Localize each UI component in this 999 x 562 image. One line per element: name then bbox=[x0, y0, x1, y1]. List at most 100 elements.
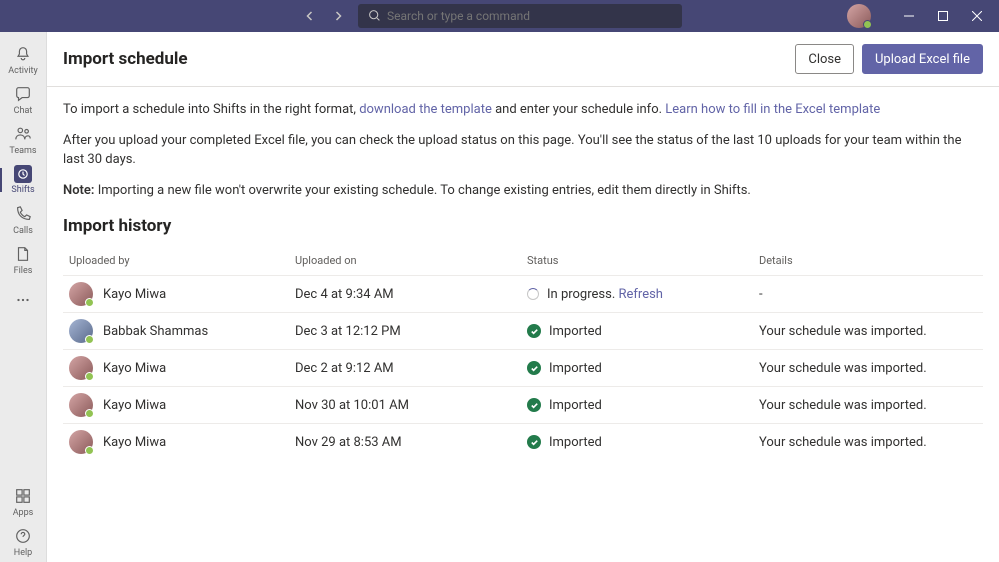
window-minimize-button[interactable] bbox=[895, 2, 923, 30]
maximize-icon bbox=[938, 11, 948, 21]
chat-icon bbox=[13, 84, 33, 104]
table-row: Babbak Shammas Dec 3 at 12:12 PM Imported Y… bbox=[63, 312, 983, 349]
uploaded-by-name: Babbak Shammas bbox=[103, 324, 208, 339]
details-text: Your schedule was imported. bbox=[759, 398, 983, 413]
table-row: Kayo Miwa Dec 2 at 9:12 AM Imported Your sc… bbox=[63, 349, 983, 386]
sidebar-item-activity[interactable]: Activity bbox=[0, 40, 47, 80]
sidebar-label: Help bbox=[14, 548, 32, 558]
sidebar-item-files[interactable]: Files bbox=[0, 240, 47, 280]
chevron-right-icon bbox=[332, 10, 344, 22]
app-sidebar: Activity Chat Teams Shifts Calls Files A bbox=[0, 32, 47, 562]
sidebar-item-apps[interactable]: Apps bbox=[0, 482, 47, 522]
avatar bbox=[69, 356, 93, 380]
import-history-table: Uploaded by Uploaded on Status Details K… bbox=[63, 246, 983, 460]
phone-icon bbox=[13, 204, 33, 224]
presence-available-icon bbox=[863, 20, 872, 29]
refresh-link[interactable]: Refresh bbox=[618, 287, 662, 302]
sidebar-label: Apps bbox=[13, 508, 34, 518]
table-row: Kayo Miwa Dec 4 at 9:34 AM In progress. Re… bbox=[63, 275, 983, 312]
bell-icon bbox=[13, 44, 33, 64]
sidebar-item-help[interactable]: Help bbox=[0, 522, 47, 562]
page-title: Import schedule bbox=[63, 49, 188, 69]
presence-available-icon bbox=[85, 298, 94, 307]
avatar bbox=[69, 430, 93, 454]
window-maximize-button[interactable] bbox=[929, 2, 957, 30]
help-icon bbox=[13, 526, 33, 546]
check-circle-icon bbox=[527, 324, 541, 338]
sidebar-label: Teams bbox=[9, 146, 36, 156]
spinner-icon bbox=[527, 288, 539, 300]
sidebar-item-shifts[interactable]: Shifts bbox=[0, 160, 47, 200]
search-icon bbox=[368, 7, 381, 26]
sidebar-label: Chat bbox=[14, 106, 33, 116]
sidebar-item-chat[interactable]: Chat bbox=[0, 80, 47, 120]
sidebar-label: Files bbox=[14, 266, 33, 276]
window-close-button[interactable] bbox=[963, 2, 991, 30]
sidebar-label: Activity bbox=[8, 66, 37, 76]
check-circle-icon bbox=[527, 361, 541, 375]
learn-how-link[interactable]: Learn how to fill in the Excel template bbox=[665, 102, 880, 117]
check-circle-icon bbox=[527, 398, 541, 412]
uploaded-on-time: Nov 30 at 10:01 AM bbox=[295, 398, 527, 413]
upload-excel-button[interactable]: Upload Excel file bbox=[862, 44, 983, 74]
close-icon bbox=[972, 11, 982, 21]
sidebar-label: Shifts bbox=[11, 185, 34, 195]
uploaded-on-time: Dec 2 at 9:12 AM bbox=[295, 361, 527, 376]
file-icon bbox=[13, 244, 33, 264]
table-row: Kayo Miwa Nov 29 at 8:53 AM Imported Your s… bbox=[63, 423, 983, 460]
details-text: - bbox=[759, 287, 983, 302]
table-header-row: Uploaded by Uploaded on Status Details bbox=[63, 246, 983, 275]
main-content: Import schedule Close Upload Excel file … bbox=[47, 32, 999, 562]
col-header-uploaded-on: Uploaded on bbox=[295, 254, 527, 267]
status-text: Imported bbox=[549, 398, 602, 413]
presence-available-icon bbox=[85, 446, 94, 455]
details-text: Your schedule was imported. bbox=[759, 435, 983, 450]
uploaded-on-time: Dec 3 at 12:12 PM bbox=[295, 324, 527, 339]
uploaded-by-name: Kayo Miwa bbox=[103, 287, 166, 302]
close-button[interactable]: Close bbox=[795, 44, 854, 74]
table-row: Kayo Miwa Nov 30 at 10:01 AM Imported Your … bbox=[63, 386, 983, 423]
uploaded-by-name: Kayo Miwa bbox=[103, 435, 166, 450]
more-icon bbox=[13, 290, 33, 310]
chevron-left-icon bbox=[304, 10, 316, 22]
teams-icon bbox=[13, 124, 33, 144]
uploaded-on-time: Nov 29 at 8:53 AM bbox=[295, 435, 527, 450]
search-input[interactable] bbox=[387, 9, 672, 23]
details-text: Your schedule was imported. bbox=[759, 324, 983, 339]
download-template-link[interactable]: download the template bbox=[359, 102, 492, 117]
col-header-uploaded-by: Uploaded by bbox=[63, 254, 295, 267]
status-text: Imported bbox=[549, 324, 602, 339]
search-box[interactable] bbox=[358, 4, 682, 28]
avatar bbox=[69, 319, 93, 343]
status-text: In progress. Refresh bbox=[547, 287, 663, 302]
intro-note: Note: Importing a new file won't overwri… bbox=[63, 182, 983, 201]
sidebar-label: Calls bbox=[13, 226, 33, 236]
presence-available-icon bbox=[85, 409, 94, 418]
presence-available-icon bbox=[85, 335, 94, 344]
apps-icon bbox=[13, 486, 33, 506]
user-avatar[interactable] bbox=[847, 4, 871, 28]
uploaded-by-name: Kayo Miwa bbox=[103, 361, 166, 376]
sidebar-item-teams[interactable]: Teams bbox=[0, 120, 47, 160]
shifts-icon bbox=[14, 165, 32, 183]
status-text: Imported bbox=[549, 435, 602, 450]
sidebar-item-more[interactable] bbox=[0, 280, 47, 320]
uploaded-by-name: Kayo Miwa bbox=[103, 398, 166, 413]
intro-paragraph-1: To import a schedule into Shifts in the … bbox=[63, 101, 983, 120]
sidebar-item-calls[interactable]: Calls bbox=[0, 200, 47, 240]
avatar bbox=[69, 393, 93, 417]
minimize-icon bbox=[904, 11, 914, 21]
intro-paragraph-2: After you upload your completed Excel fi… bbox=[63, 132, 983, 170]
nav-back-button[interactable] bbox=[298, 4, 322, 28]
col-header-status: Status bbox=[527, 254, 759, 267]
status-text: Imported bbox=[549, 361, 602, 376]
uploaded-on-time: Dec 4 at 9:34 AM bbox=[295, 287, 527, 302]
page-header: Import schedule Close Upload Excel file bbox=[47, 32, 999, 87]
nav-forward-button[interactable] bbox=[326, 4, 350, 28]
check-circle-icon bbox=[527, 435, 541, 449]
import-history-title: Import history bbox=[63, 216, 983, 236]
presence-available-icon bbox=[85, 372, 94, 381]
details-text: Your schedule was imported. bbox=[759, 361, 983, 376]
titlebar bbox=[0, 0, 999, 32]
col-header-details: Details bbox=[759, 254, 983, 267]
